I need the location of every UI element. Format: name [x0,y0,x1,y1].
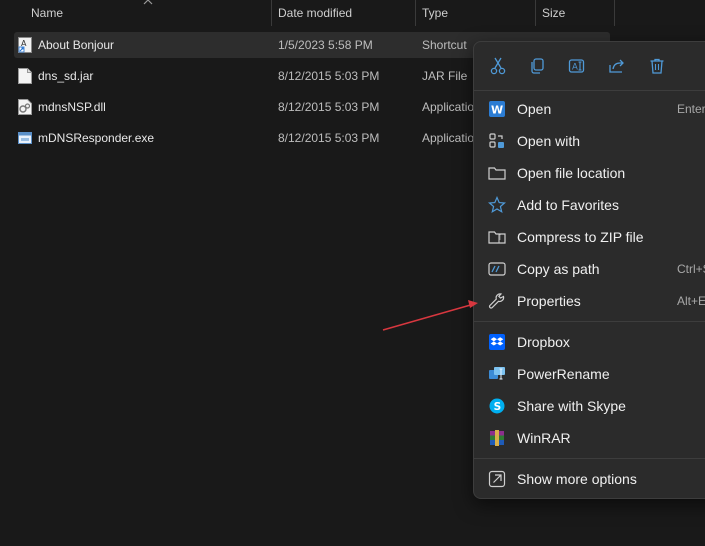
annotation-arrow [382,300,478,331]
